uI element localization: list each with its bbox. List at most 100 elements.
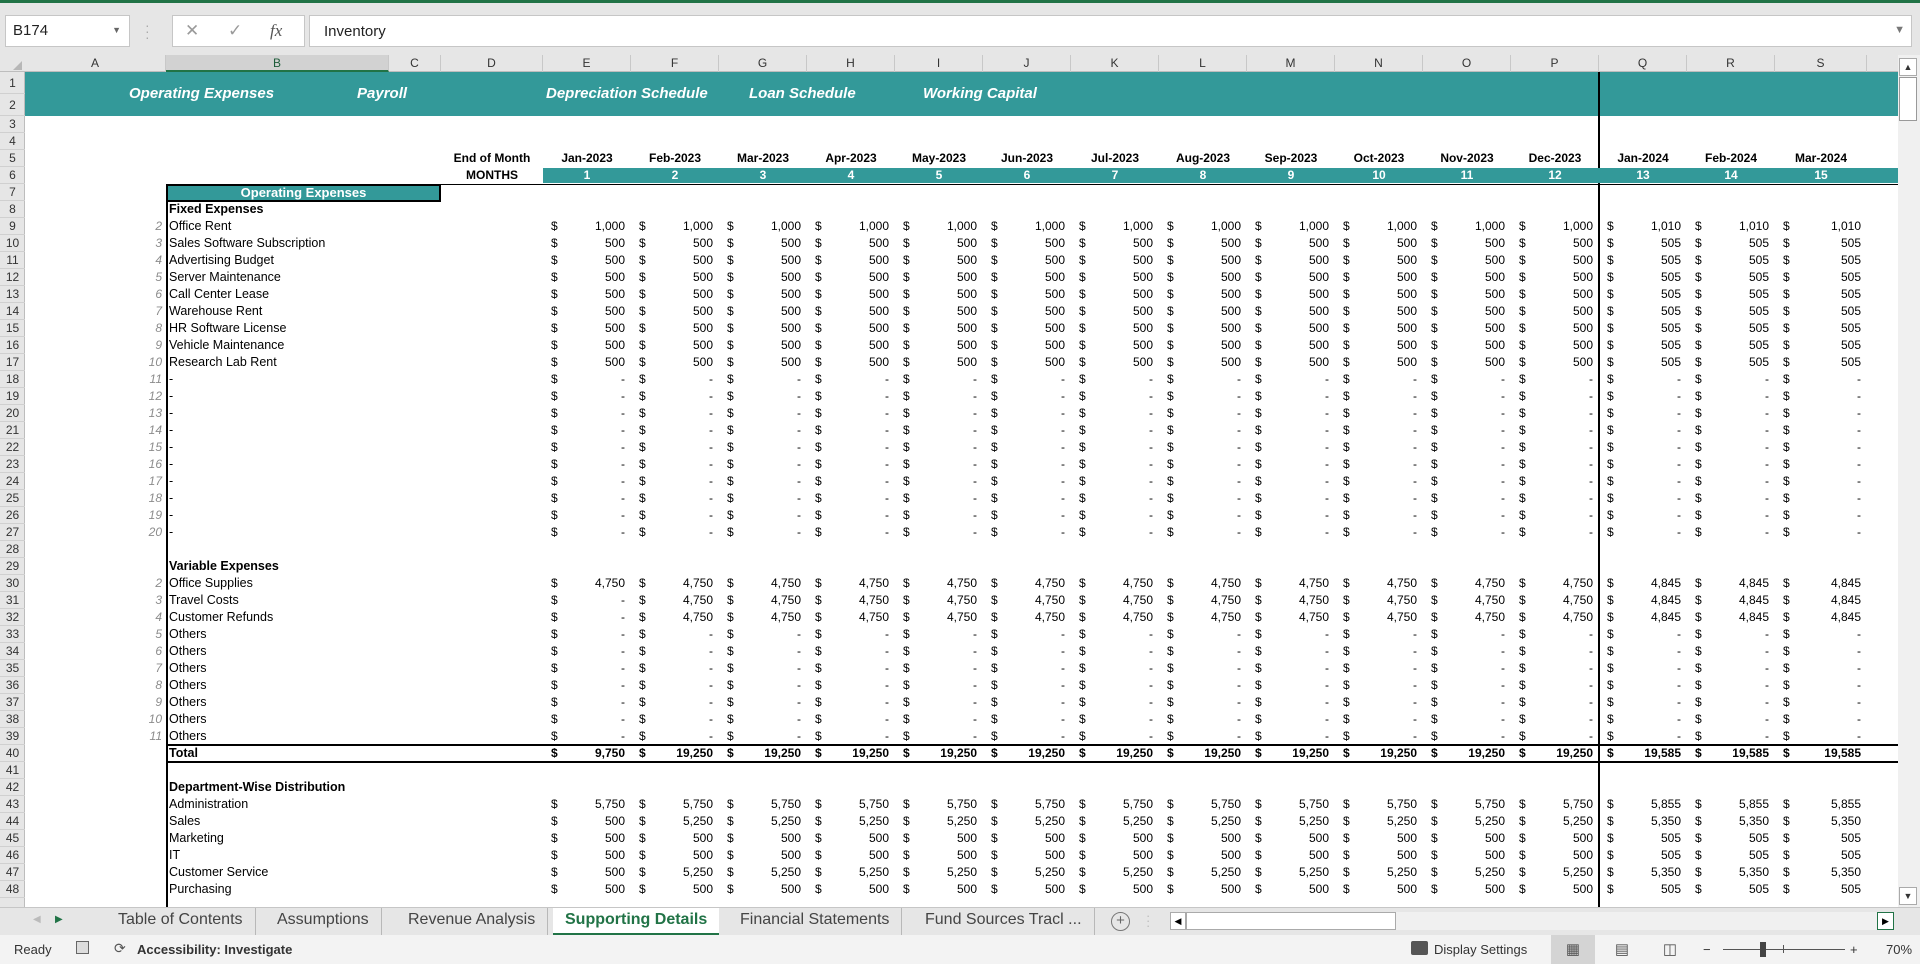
value-cell[interactable]: 5,250 [1335,813,1417,830]
value-cell[interactable]: - [719,439,801,456]
value-cell[interactable]: - [543,422,625,439]
value-cell[interactable]: - [1599,405,1681,422]
value-cell[interactable]: - [1159,660,1241,677]
value-cell[interactable]: 5,750 [719,796,801,813]
value-cell[interactable]: 19,250 [1071,745,1153,762]
value-cell[interactable]: - [895,405,977,422]
value-cell[interactable]: - [1775,643,1861,660]
value-cell[interactable]: - [543,728,625,745]
value-cell[interactable]: - [807,677,889,694]
value-cell[interactable]: - [895,422,977,439]
value-cell[interactable]: - [1687,728,1769,745]
value-cell[interactable]: - [1159,371,1241,388]
value-cell[interactable]: 500 [1423,830,1505,847]
value-cell[interactable]: - [1247,405,1329,422]
value-cell[interactable]: - [1071,490,1153,507]
value-cell[interactable]: 500 [807,337,889,354]
value-cell[interactable]: 1,000 [1511,218,1593,235]
column-header-c[interactable]: C [389,55,441,72]
value-cell[interactable]: 505 [1687,354,1769,371]
value-cell[interactable]: 500 [1335,354,1417,371]
value-cell[interactable]: - [1335,694,1417,711]
value-cell[interactable]: - [1247,439,1329,456]
value-cell[interactable]: - [983,626,1065,643]
column-header-n[interactable]: N [1335,55,1423,72]
value-cell[interactable]: - [631,388,713,405]
value-cell[interactable]: - [983,405,1065,422]
value-cell[interactable]: 4,845 [1687,609,1769,626]
value-cell[interactable]: - [1599,507,1681,524]
value-cell[interactable]: 505 [1599,881,1681,898]
value-cell[interactable]: 1,010 [1687,218,1769,235]
value-cell[interactable]: 500 [719,320,801,337]
value-cell[interactable]: 505 [1687,881,1769,898]
value-cell[interactable]: 500 [1423,354,1505,371]
value-cell[interactable]: - [1775,371,1861,388]
page-break-preview-button[interactable]: ◫ [1648,935,1692,964]
value-cell[interactable]: - [1599,473,1681,490]
value-cell[interactable]: - [895,643,977,660]
value-cell[interactable]: - [1423,524,1505,541]
value-cell[interactable]: - [983,660,1065,677]
value-cell[interactable]: 500 [895,830,977,847]
row-header-33[interactable]: 33 [0,626,25,643]
value-cell[interactable]: - [1335,439,1417,456]
row-header-42[interactable]: 42 [0,779,25,796]
value-cell[interactable]: 5,855 [1599,796,1681,813]
value-cell[interactable]: - [1159,388,1241,405]
value-cell[interactable]: 500 [719,235,801,252]
value-cell[interactable]: 1,000 [543,218,625,235]
value-cell[interactable]: - [1159,422,1241,439]
value-cell[interactable]: - [1423,643,1505,660]
value-cell[interactable]: 500 [1335,830,1417,847]
value-cell[interactable]: 500 [1247,235,1329,252]
value-cell[interactable]: 5,350 [1599,864,1681,881]
value-cell[interactable]: 500 [1511,320,1593,337]
sheet-tab[interactable]: Assumptions [265,908,382,935]
normal-view-button[interactable]: ▦ [1551,935,1595,964]
value-cell[interactable]: 500 [983,320,1065,337]
value-cell[interactable]: - [807,524,889,541]
value-cell[interactable]: 500 [1423,337,1505,354]
value-cell[interactable]: - [719,626,801,643]
value-cell[interactable]: 5,250 [719,813,801,830]
value-cell[interactable]: - [983,439,1065,456]
select-all-button[interactable] [0,55,25,72]
value-cell[interactable]: 505 [1687,269,1769,286]
value-cell[interactable]: 5,750 [1335,796,1417,813]
value-cell[interactable]: 19,250 [1335,745,1417,762]
value-cell[interactable]: - [1687,524,1769,541]
value-cell[interactable]: - [983,643,1065,660]
value-cell[interactable]: 5,750 [983,796,1065,813]
value-cell[interactable]: - [1775,660,1861,677]
column-header-e[interactable]: E [543,55,631,72]
nav-link-loan-schedule[interactable]: Loan Schedule [749,85,856,102]
value-cell[interactable]: 505 [1775,252,1861,269]
value-cell[interactable]: - [631,524,713,541]
value-cell[interactable]: - [543,677,625,694]
value-cell[interactable]: - [807,456,889,473]
row-header-31[interactable]: 31 [0,592,25,609]
value-cell[interactable]: - [719,524,801,541]
value-cell[interactable]: - [1335,711,1417,728]
cancel-icon[interactable]: ✕ [185,21,199,41]
value-cell[interactable]: 505 [1775,830,1861,847]
row-header-32[interactable]: 32 [0,609,25,626]
value-cell[interactable]: - [1511,524,1593,541]
value-cell[interactable]: - [1687,507,1769,524]
value-cell[interactable]: 500 [895,286,977,303]
value-cell[interactable]: - [1775,405,1861,422]
row-header-16[interactable]: 16 [0,337,25,354]
value-cell[interactable]: - [1511,728,1593,745]
value-cell[interactable]: 505 [1687,847,1769,864]
nav-link-payroll[interactable]: Payroll [357,85,407,102]
value-cell[interactable]: - [1687,473,1769,490]
value-cell[interactable]: 500 [1335,269,1417,286]
value-cell[interactable]: - [1071,694,1153,711]
value-cell[interactable]: 500 [631,235,713,252]
value-cell[interactable]: 4,750 [719,592,801,609]
value-cell[interactable]: - [1247,473,1329,490]
value-cell[interactable]: 4,750 [1511,609,1593,626]
value-cell[interactable]: - [1159,711,1241,728]
row-header-41[interactable]: 41 [0,762,25,779]
